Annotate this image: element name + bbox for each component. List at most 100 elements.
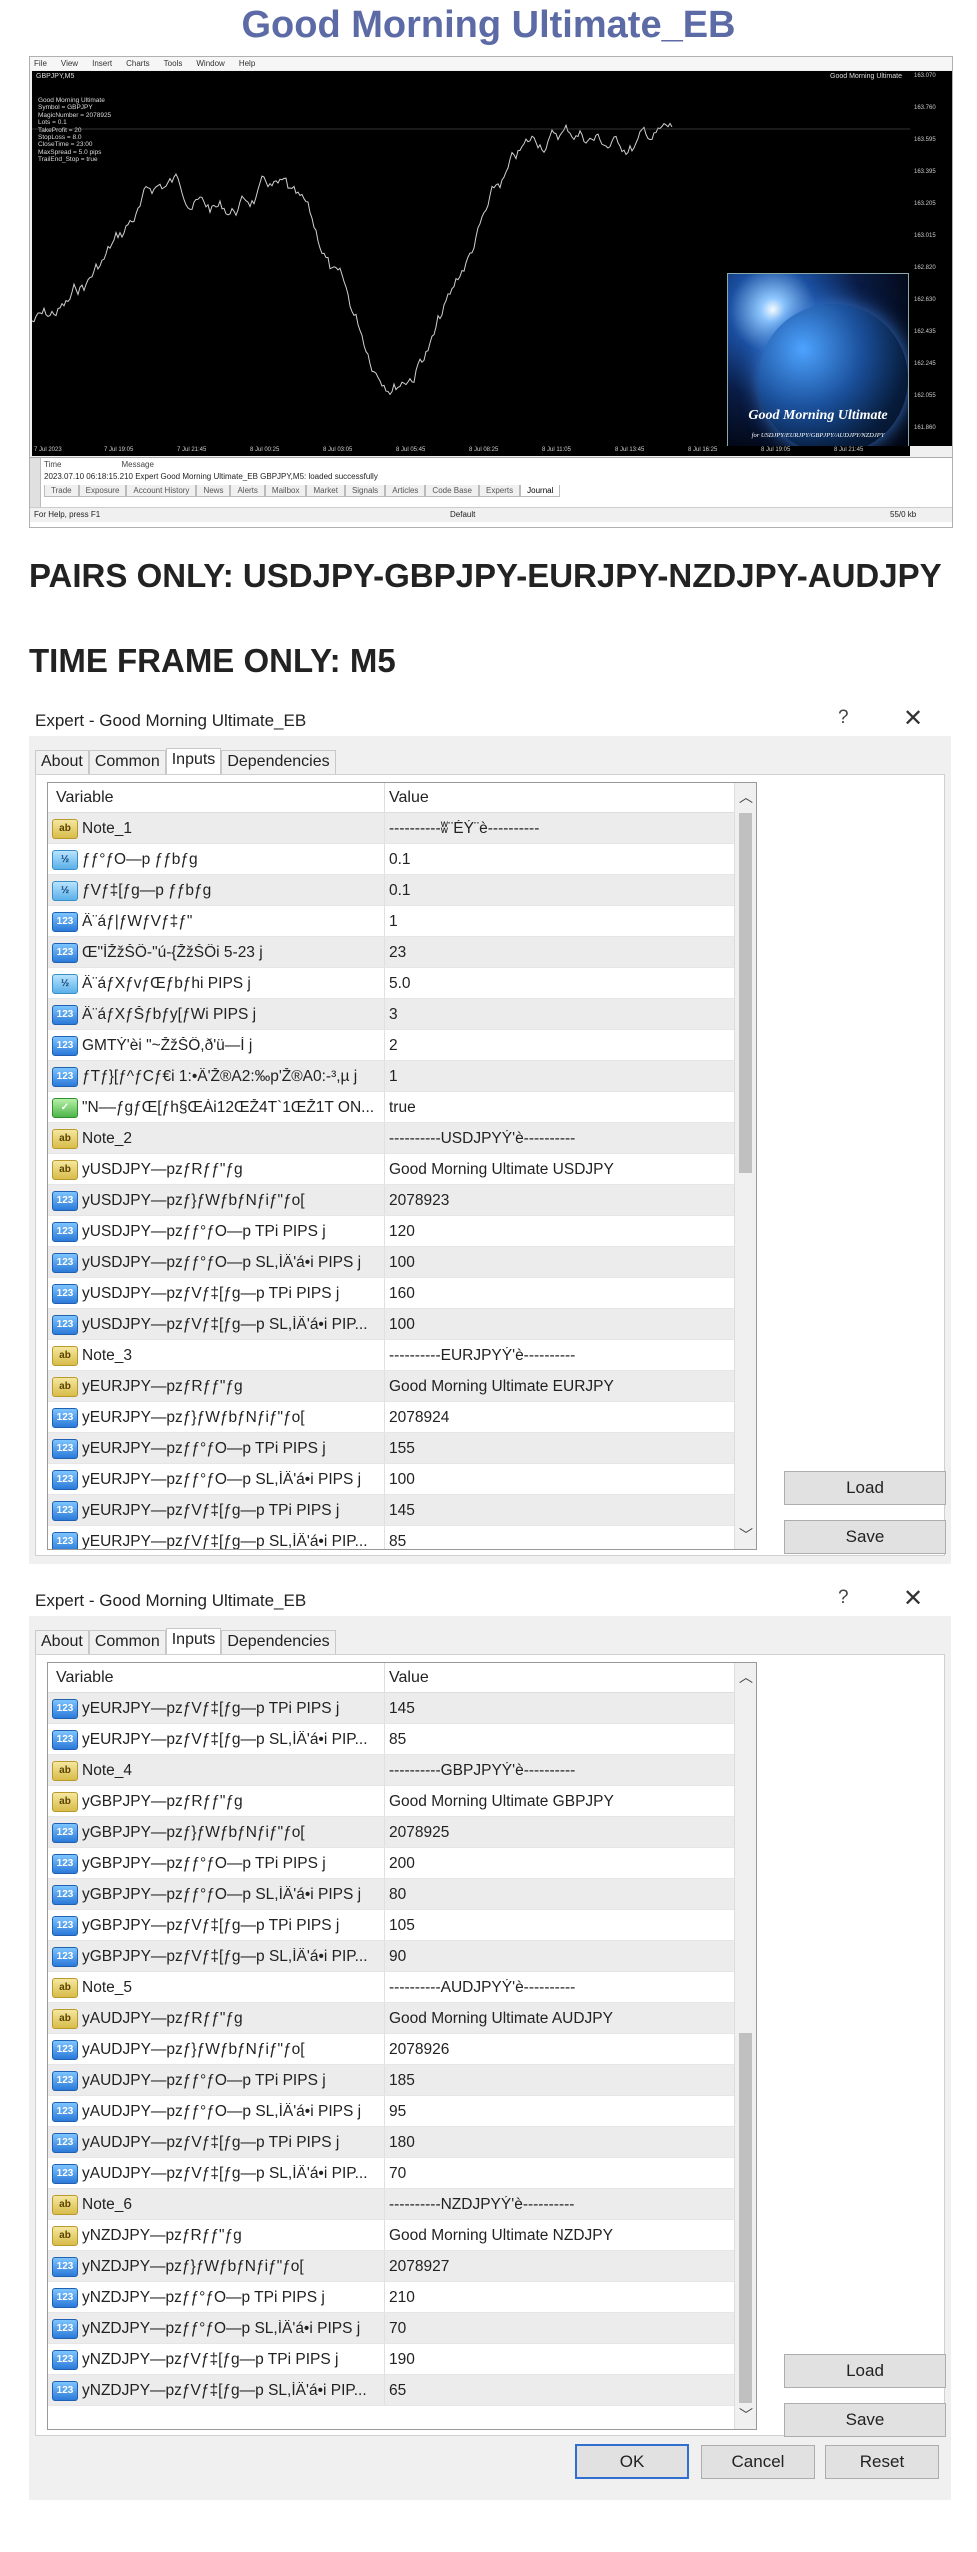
input-value[interactable]: ----------AUDJPYÝ'è---------- <box>389 1979 729 1997</box>
input-row[interactable]: ab Note_3 ----------EURJPYÝ'è---------- <box>48 1340 734 1371</box>
close-button[interactable]: ✕ <box>903 1584 923 1613</box>
load-button[interactable]: Load <box>784 2354 946 2388</box>
input-row[interactable]: 123 yGBPJPY—pzƒ}ƒWƒbƒNƒiƒ"ƒo[2078925 <box>48 1817 734 1848</box>
input-row[interactable]: 123 yAUDJPY—pzƒƒ°ƒO—p SL,ÌÄ'á•i PIPS j 95 <box>48 2096 734 2127</box>
terminal-tab-trade[interactable]: Trade <box>44 485 79 497</box>
tab-inputs[interactable]: Inputs <box>165 748 222 777</box>
input-row[interactable]: 123 yGBPJPY—pzƒƒ°ƒO—p SL,ÌÄ'á•i PIPS j 80 <box>48 1879 734 1910</box>
input-row[interactable]: 123 yEURJPY—pzƒVƒ‡[ƒg—p SL,ÌÄ'á•i PIP... 8… <box>48 1724 734 1755</box>
input-row[interactable]: 123 yUSDJPY—pzƒƒ°ƒO—p TPi PIPS j 120 <box>48 1216 734 1247</box>
input-value[interactable]: 185 <box>389 2072 729 2090</box>
input-value[interactable]: Good Morning Ultimate USDJPY <box>389 1161 729 1179</box>
grid-scrollbar[interactable]: ︿ ﹀ <box>734 783 756 1549</box>
input-value[interactable]: 210 <box>389 2289 729 2307</box>
input-value[interactable]: 180 <box>389 2134 729 2152</box>
input-value[interactable]: 2078927 <box>389 2258 729 2276</box>
terminal-tab-articles[interactable]: Articles <box>385 485 426 497</box>
input-value[interactable]: ----------EURJPYÝ'è---------- <box>389 1347 729 1365</box>
cancel-button[interactable]: Cancel <box>701 2445 815 2479</box>
input-row[interactable]: ✓ "N––ƒgƒŒ[ƒh§ŒÀi12ŒŽ4T`1ŒŽ1T ON... true <box>48 1092 734 1123</box>
input-row[interactable]: 123 Ä¨áƒXƒŠƒbƒy[ƒWi PIPS j 3 <box>48 999 734 1030</box>
input-row[interactable]: 123 yNZDJPY—pzƒƒ°ƒO—p SL,ÌÄ'á•i PIPS j 70 <box>48 2313 734 2344</box>
terminal-tab-market[interactable]: Market <box>306 485 345 497</box>
scroll-down-arrow-icon[interactable]: ﹀ <box>739 1525 753 1545</box>
input-row[interactable]: 123 GMTÝ'èi "~ŽžŠÔ,ð'ü—Í j 2 <box>48 1030 734 1061</box>
input-row[interactable]: 123 yUSDJPY—pzƒƒ°ƒO—p SL,ÌÄ'á•i PIPS j 100 <box>48 1247 734 1278</box>
input-row[interactable]: 123 yUSDJPY—pzƒVƒ‡[ƒg—p SL,ÌÄ'á•i PIP... 1… <box>48 1309 734 1340</box>
menu-insert[interactable]: Insert <box>92 59 112 68</box>
input-row[interactable]: 123 yGBPJPY—pzƒVƒ‡[ƒg—p TPi PIPS j 105 <box>48 1910 734 1941</box>
terminal-tab-code-base[interactable]: Code Base <box>425 485 480 497</box>
input-value[interactable]: 23 <box>389 944 729 962</box>
input-value[interactable]: 1 <box>389 1068 729 1086</box>
input-value[interactable]: Good Morning Ultimate EURJPY <box>389 1378 729 1396</box>
input-value[interactable]: 100 <box>389 1254 729 1272</box>
input-value[interactable]: 70 <box>389 2165 729 2183</box>
input-value[interactable]: 155 <box>389 1440 729 1458</box>
terminal-tab-exposure[interactable]: Exposure <box>78 485 127 497</box>
input-row[interactable]: 123 Ä¨áƒ|ƒWƒVƒ‡ƒ" 1 <box>48 906 734 937</box>
input-value[interactable]: Good Morning Ultimate AUDJPY <box>389 2010 729 2028</box>
input-value[interactable]: Good Morning Ultimate GBPJPY <box>389 1793 729 1811</box>
input-value[interactable]: 70 <box>389 2320 729 2338</box>
input-value[interactable]: 2 <box>389 1037 729 1055</box>
input-row[interactable]: ab yGBPJPY—pzƒRƒƒ"ƒg Good Morning Ultimate… <box>48 1786 734 1817</box>
input-row[interactable]: 123 yUSDJPY—pzƒ}ƒWƒbƒNƒiƒ"ƒo[2078923 <box>48 1185 734 1216</box>
input-row[interactable]: 123 Œ"ÌŽžŠÔ-"ú-{ŽžŠÔi 5-23 j 23 <box>48 937 734 968</box>
input-row[interactable]: 123 yGBPJPY—pzƒVƒ‡[ƒg—p SL,ÌÄ'á•i PIP... 9… <box>48 1941 734 1972</box>
input-value[interactable]: 95 <box>389 2103 729 2121</box>
input-row[interactable]: 123 yUSDJPY—pzƒVƒ‡[ƒg—p TPi PIPS j 160 <box>48 1278 734 1309</box>
input-value[interactable]: 145 <box>389 1502 729 1520</box>
menu-charts[interactable]: Charts <box>126 59 150 68</box>
input-value[interactable]: 145 <box>389 1700 729 1718</box>
tab-about[interactable]: About <box>35 1630 89 1654</box>
save-button[interactable]: Save <box>784 2403 946 2437</box>
help-button[interactable]: ? <box>838 1587 849 1609</box>
input-value[interactable]: 120 <box>389 1223 729 1241</box>
input-row[interactable]: 123 yEURJPY—pzƒVƒ‡[ƒg—p TPi PIPS j 145 <box>48 1495 734 1526</box>
close-button[interactable]: ✕ <box>903 704 923 733</box>
input-row[interactable]: 123 yEURJPY—pzƒƒ°ƒO—p TPi PIPS j 155 <box>48 1433 734 1464</box>
terminal-tab-alerts[interactable]: Alerts <box>230 485 265 497</box>
terminal-side-handle[interactable] <box>30 458 41 507</box>
input-row[interactable]: 123 yAUDJPY—pzƒƒ°ƒO—p TPi PIPS j 185 <box>48 2065 734 2096</box>
ok-button[interactable]: OK <box>575 2444 689 2479</box>
load-button[interactable]: Load <box>784 1471 946 1505</box>
tab-dependencies[interactable]: Dependencies <box>221 1630 336 1654</box>
tab-common[interactable]: Common <box>88 1630 166 1654</box>
input-value[interactable]: 3 <box>389 1006 729 1024</box>
terminal-tab-signals[interactable]: Signals <box>344 485 386 497</box>
input-value[interactable]: 85 <box>389 1731 729 1749</box>
tab-dependencies[interactable]: Dependencies <box>221 750 336 774</box>
tab-inputs[interactable]: Inputs <box>165 1628 222 1657</box>
input-row[interactable]: 123 yEURJPY—pzƒVƒ‡[ƒg—p TPi PIPS j 145 <box>48 1693 734 1724</box>
scroll-thumb[interactable] <box>739 2033 752 2403</box>
scroll-down-arrow-icon[interactable]: ﹀ <box>739 2405 753 2425</box>
input-row[interactable]: 123 yNZDJPY—pzƒƒ°ƒO—p TPi PIPS j 210 <box>48 2282 734 2313</box>
input-row[interactable]: 123 yEURJPY—pzƒƒ°ƒO—p SL,ÌÄ'á•i PIPS j 100 <box>48 1464 734 1495</box>
input-value[interactable]: true <box>389 1099 729 1117</box>
input-row[interactable]: 123 yGBPJPY—pzƒƒ°ƒO—p TPi PIPS j 200 <box>48 1848 734 1879</box>
input-value[interactable]: 90 <box>389 1948 729 1966</box>
input-row[interactable]: 123 yAUDJPY—pzƒVƒ‡[ƒg—p SL,ÌÄ'á•i PIP... 7… <box>48 2158 734 2189</box>
input-row[interactable]: ab Note_5 ----------AUDJPYÝ'è---------- <box>48 1972 734 2003</box>
grid-scrollbar[interactable]: ︿ ﹀ <box>734 1663 756 2429</box>
input-row[interactable]: 123 yAUDJPY—pzƒVƒ‡[ƒg—p TPi PIPS j 180 <box>48 2127 734 2158</box>
input-value[interactable]: 105 <box>389 1917 729 1935</box>
input-row[interactable]: 123 yEURJPY—pzƒVƒ‡[ƒg—p SL,ÌÄ'á•i PIP... 8… <box>48 1526 734 1549</box>
menu-view[interactable]: View <box>61 59 78 68</box>
terminal-tab-journal[interactable]: Journal <box>520 485 561 497</box>
input-value[interactable]: 2078924 <box>389 1409 729 1427</box>
input-row[interactable]: ab yEURJPY—pzƒRƒƒ"ƒg Good Morning Ultimate… <box>48 1371 734 1402</box>
input-value[interactable]: 160 <box>389 1285 729 1303</box>
input-value[interactable]: 100 <box>389 1471 729 1489</box>
scroll-up-arrow-icon[interactable]: ︿ <box>739 787 753 807</box>
input-value[interactable]: ----------ʬ¨ÉÝ¨è---------- <box>389 820 729 838</box>
input-row[interactable]: ab yUSDJPY—pzƒRƒƒ"ƒg Good Morning Ultimate… <box>48 1154 734 1185</box>
input-value[interactable]: 100 <box>389 1316 729 1334</box>
input-row[interactable]: 123 yNZDJPY—pzƒ}ƒWƒbƒNƒiƒ"ƒo[2078927 <box>48 2251 734 2282</box>
input-value[interactable]: ----------GBPJPYÝ'è---------- <box>389 1762 729 1780</box>
input-row[interactable]: ½ Ä¨áƒXƒvƒŒƒbƒhi PIPS j 5.0 <box>48 968 734 999</box>
menu-tools[interactable]: Tools <box>164 59 183 68</box>
input-row[interactable]: ½ ƒƒ°ƒO—p ƒƒbƒg 0.1 <box>48 844 734 875</box>
